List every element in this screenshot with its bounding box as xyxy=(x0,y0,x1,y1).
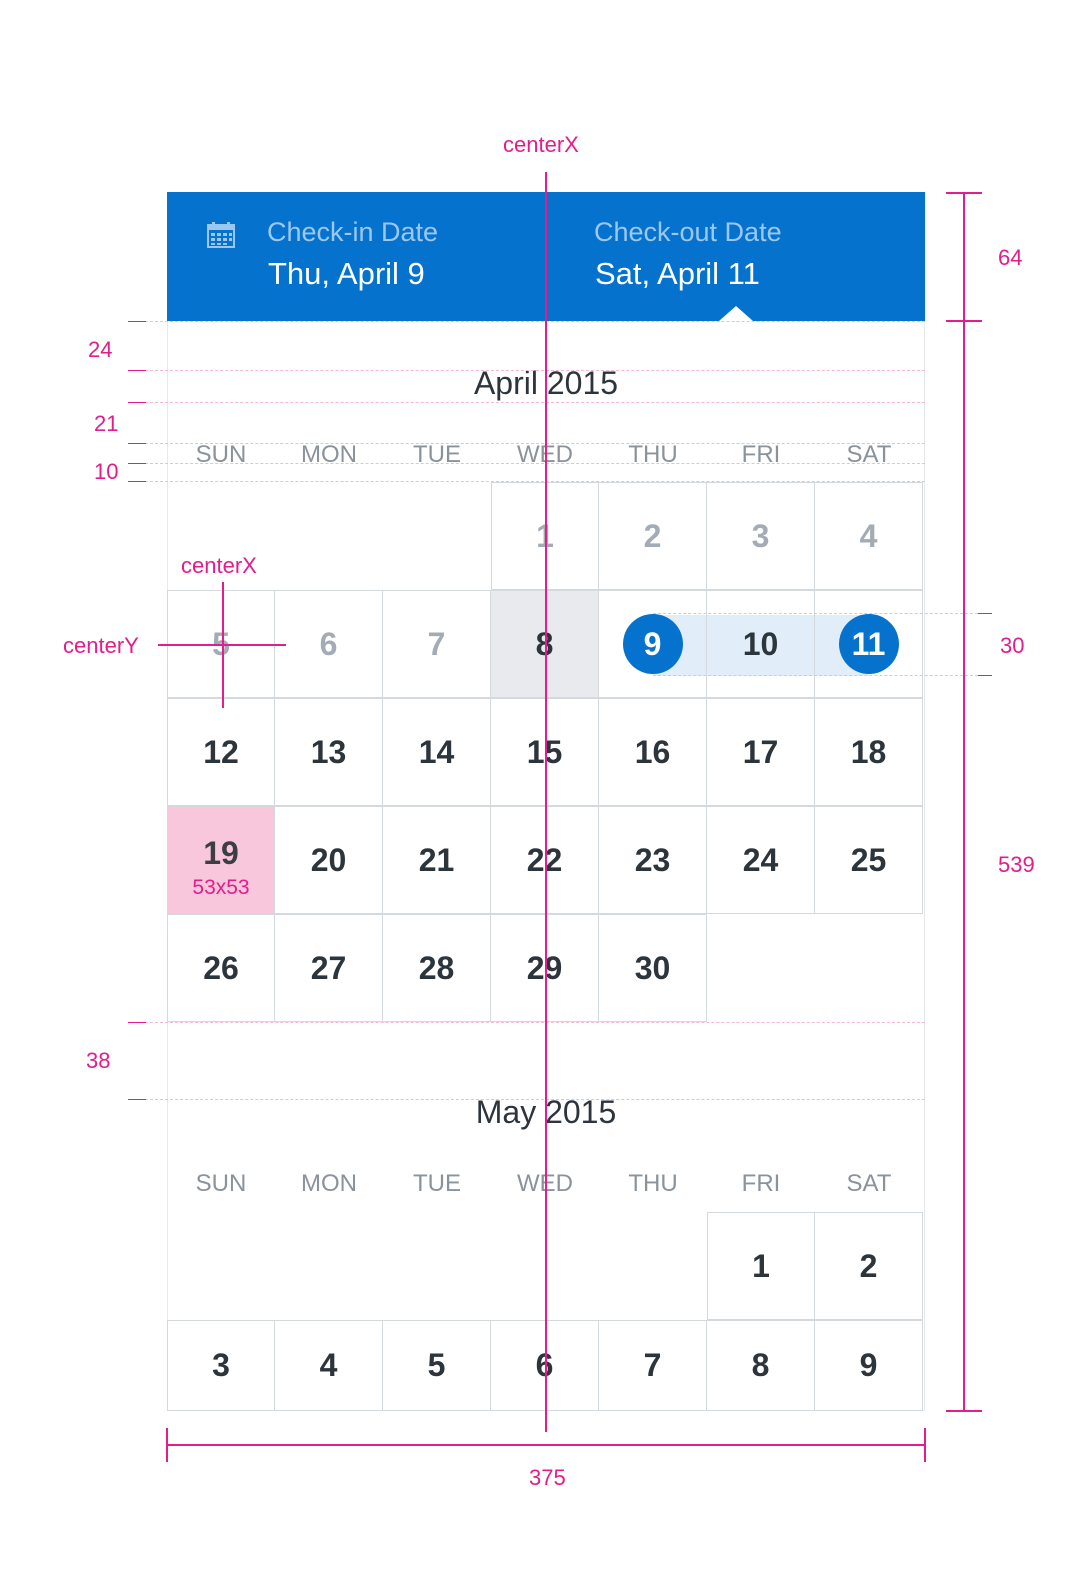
spec-header-height: 64 xyxy=(998,245,1023,270)
weekday-sat: SAT xyxy=(846,1170,892,1197)
day-cell[interactable]: 27 xyxy=(275,914,383,1022)
day-cell-checkout[interactable]: 11 xyxy=(815,590,923,698)
day-cell[interactable]: 2 xyxy=(599,482,707,590)
spec-tick xyxy=(128,402,146,403)
spec-tick xyxy=(128,463,146,464)
spec-circle-height: 30 xyxy=(1000,633,1025,658)
spec-tick xyxy=(128,481,146,482)
day-cell[interactable]: 4 xyxy=(275,1320,383,1411)
checkout-label: Check-out Date xyxy=(594,217,782,247)
spec-month-spacing: 38 xyxy=(86,1048,111,1073)
spec-month-gap-top: 24 xyxy=(88,337,113,362)
guide-line xyxy=(145,1099,925,1100)
spec-title-gap: 21 xyxy=(94,411,119,436)
guide-line xyxy=(145,481,925,482)
spec-tick xyxy=(946,1410,982,1412)
day-cell[interactable]: 13 xyxy=(275,698,383,806)
weekday-sat: SAT xyxy=(846,441,892,468)
spec-weekday-gap: 10 xyxy=(94,459,119,484)
day-cell[interactable]: 30 xyxy=(599,914,707,1022)
guide-line xyxy=(145,463,925,464)
day-cell[interactable]: 16 xyxy=(599,698,707,806)
centerx-guide-line xyxy=(545,172,547,1432)
day-cell[interactable]: 20 xyxy=(275,806,383,914)
header-height-bracket xyxy=(963,192,965,321)
spec-tick xyxy=(128,443,146,444)
day-cell[interactable]: 1 xyxy=(707,1212,815,1320)
spec-tick xyxy=(976,675,992,676)
cell-size-annotation: 53x53 xyxy=(192,875,250,899)
day-cell[interactable]: 14 xyxy=(383,698,491,806)
spec-tick xyxy=(976,613,992,614)
day-cell[interactable]: 7 xyxy=(383,590,491,698)
weekday-sun: SUN xyxy=(195,1170,247,1197)
spec-tick xyxy=(128,1022,146,1023)
weekday-mon: MON xyxy=(301,441,357,468)
spec-tick xyxy=(128,1099,146,1100)
calendar-icon xyxy=(207,222,235,253)
day-cell[interactable]: 3 xyxy=(167,1320,275,1411)
guide-line xyxy=(145,321,925,322)
weekday-thu: THU xyxy=(628,1170,678,1197)
spec-calendar-height: 539 xyxy=(998,852,1035,877)
day-cell[interactable]: 21 xyxy=(383,806,491,914)
weekday-tue: TUE xyxy=(413,441,461,468)
weekday-mon: MON xyxy=(301,1170,357,1197)
day-cell[interactable]: 25 xyxy=(815,806,923,914)
day-cell[interactable]: 23 xyxy=(599,806,707,914)
day-cell[interactable]: 4 xyxy=(815,482,923,590)
checkin-value: Thu, April 9 xyxy=(268,256,425,291)
day-cell-in-range[interactable]: 10 xyxy=(707,590,815,698)
day-cell[interactable]: 2 xyxy=(815,1212,923,1320)
spec-tick xyxy=(128,321,146,322)
day-cell[interactable]: 9 xyxy=(815,1320,923,1411)
day-cell[interactable]: 28 xyxy=(383,914,491,1022)
day-cell[interactable]: 26 xyxy=(167,914,275,1022)
spec-tick xyxy=(128,370,146,371)
day-cell[interactable]: 6 xyxy=(275,590,383,698)
calendar-height-bracket xyxy=(963,321,965,1411)
day-cell[interactable]: 18 xyxy=(815,698,923,806)
guide-line xyxy=(145,402,925,403)
checkout-value: Sat, April 11 xyxy=(595,256,760,291)
day-cell-checkin[interactable]: 9 xyxy=(599,590,707,698)
checkout-day-marker: 11 xyxy=(838,614,899,674)
guide-line xyxy=(653,613,978,614)
spec-centerx-cell-label: centerX xyxy=(181,553,257,578)
weekday-thu: THU xyxy=(628,441,678,468)
guide-line xyxy=(653,675,978,676)
day-cell[interactable]: 3 xyxy=(707,482,815,590)
day-cell-spec-highlight[interactable]: 19 53x53 xyxy=(167,806,275,914)
weekday-fri: FRI xyxy=(741,441,781,468)
weekday-tue: TUE xyxy=(413,1170,461,1197)
weekday-sun: SUN xyxy=(195,441,247,468)
spec-centery-cell-label: centerY xyxy=(63,633,139,658)
day-number: 19 xyxy=(203,834,239,871)
guide-line xyxy=(145,443,925,444)
day-cell[interactable]: 12 xyxy=(167,698,275,806)
width-dimension-line xyxy=(166,1444,926,1446)
checkin-label: Check-in Date xyxy=(267,217,439,247)
weekday-fri: FRI xyxy=(741,1170,781,1197)
spec-width: 375 xyxy=(529,1465,566,1490)
cell-centery-line xyxy=(158,644,286,646)
guide-line xyxy=(145,1022,925,1023)
spec-tick xyxy=(946,192,982,194)
day-cell[interactable]: 7 xyxy=(599,1320,707,1411)
spec-centerx-top-label: centerX xyxy=(503,132,579,157)
checkin-day-marker: 9 xyxy=(622,614,683,674)
day-cell[interactable]: 24 xyxy=(707,806,815,914)
day-cell[interactable]: 17 xyxy=(707,698,815,806)
active-tab-pointer xyxy=(719,306,753,321)
day-cell[interactable]: 5 xyxy=(383,1320,491,1411)
day-cell[interactable]: 8 xyxy=(707,1320,815,1411)
guide-line xyxy=(145,370,925,371)
